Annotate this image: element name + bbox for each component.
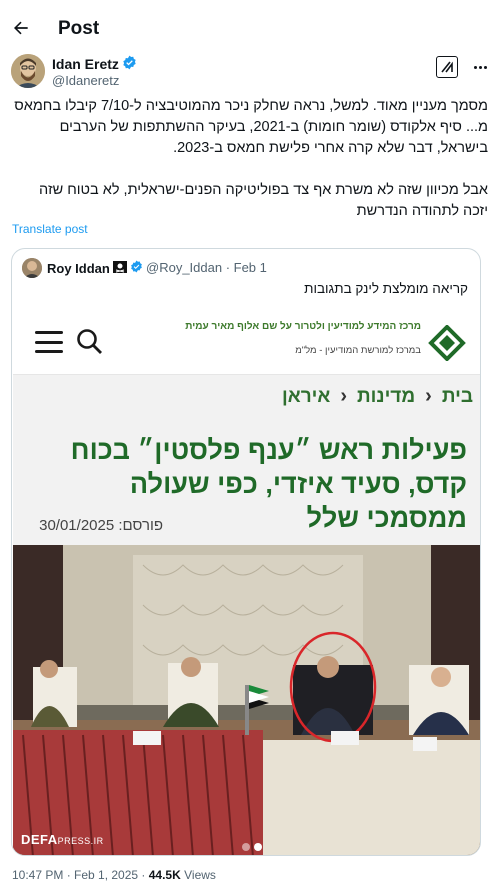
view-count: 44.5K	[148, 868, 181, 882]
back-arrow-icon[interactable]	[10, 17, 32, 39]
photo-watermark: DEFAPRESS.IR	[21, 832, 104, 847]
breadcrumb-item: בית	[441, 385, 473, 407]
tweet-paragraph-1: מסמך מעניין מאוד. למשל, נראה שחלק ניכר מ…	[14, 98, 488, 156]
quoted-text: קריאה מומלצת לינק בתגובות	[304, 281, 468, 296]
post-timestamp[interactable]: 10:47 PM · Feb 1, 2025 ·	[12, 868, 149, 882]
chevron-left-icon: ‹	[425, 385, 432, 407]
search-icon	[75, 327, 103, 355]
carousel-dot-active[interactable]	[254, 843, 262, 851]
carousel-dots[interactable]	[242, 843, 262, 851]
watermark-sub: PRESS.IR	[57, 836, 104, 846]
tweet-text: מסמך מעניין מאוד. למשל, נראה שחלק ניכר מ…	[12, 96, 488, 222]
top-bar: Post	[0, 0, 500, 58]
more-options-icon[interactable]	[468, 56, 492, 78]
meeting-photo: DEFAPRESS.IR	[13, 545, 480, 855]
author-name[interactable]: Idan Eretz	[52, 55, 137, 73]
site-header: מרכז המידע למודיעין ולטרור על שם אלוף מא…	[13, 309, 480, 375]
views-label: Views	[180, 868, 216, 882]
site-name: מרכז המידע למודיעין ולטרור על שם אלוף מא…	[185, 321, 421, 332]
pirate-flag-icon	[112, 260, 127, 276]
tweet-paragraph-2: אבל מכיוון שזה לא משרת אף צד בפוליטיקה ה…	[39, 182, 488, 219]
meeting-scene	[13, 545, 480, 855]
quoted-handle-date: @Roy_Iddan · Feb 1	[146, 260, 267, 275]
quoted-post[interactable]: Roy Iddan @Roy_Iddan · Feb 1 קריאה מומלצ…	[11, 248, 481, 856]
quoted-author-name: Roy Iddan	[47, 260, 143, 276]
breadcrumb-item: איראן	[282, 385, 331, 407]
quoted-author-name-text: Roy Iddan	[47, 260, 110, 276]
menu-icon	[35, 331, 63, 353]
verified-badge-icon	[122, 55, 137, 73]
quoted-verified-badge-icon	[130, 260, 143, 276]
quoted-author-avatar	[22, 258, 42, 278]
site-subtitle: במרכז למורשת המודיעין - מל"מ	[295, 345, 421, 356]
page-title: Post	[58, 18, 100, 39]
breadcrumb-item: מדינות	[357, 385, 416, 407]
chevron-left-icon: ‹	[340, 385, 348, 407]
author-handle[interactable]: @Idaneretz	[52, 73, 119, 88]
breadcrumb: בית ‹ מדינות ‹ איראן	[282, 385, 473, 408]
site-logo-icon	[427, 324, 467, 362]
watermark-main: DEFA	[21, 832, 58, 847]
carousel-dot[interactable]	[242, 843, 250, 851]
translate-post-link[interactable]: Translate post	[12, 222, 88, 236]
post-meta: 10:47 PM · Feb 1, 2025 · 44.5K Views	[12, 868, 216, 882]
published-date: פורסם: 30/01/2025	[39, 517, 163, 534]
grok-icon[interactable]	[436, 56, 458, 78]
author-avatar[interactable]	[11, 54, 45, 88]
quoted-article-image[interactable]: מרכז המידע למודיעין ולטרור על שם אלוף מא…	[13, 309, 480, 855]
author-name-text[interactable]: Idan Eretz	[52, 56, 119, 72]
